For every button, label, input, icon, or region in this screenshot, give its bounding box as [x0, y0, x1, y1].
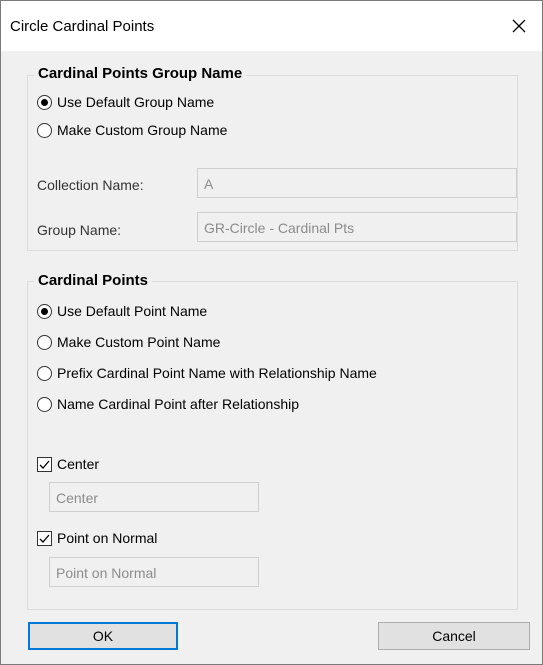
checkmark-icon: [39, 460, 50, 469]
collection-name-field[interactable]: A: [197, 168, 517, 198]
radio-label: Use Default Point Name: [57, 303, 208, 319]
radio-indicator[interactable]: [37, 94, 52, 110]
checkbox-indicator[interactable]: [37, 456, 52, 472]
cancel-button[interactable]: Cancel: [378, 622, 530, 650]
close-icon[interactable]: [506, 13, 532, 39]
radio-label: Prefix Cardinal Point Name with Relation…: [57, 365, 377, 381]
radio-label: Make Custom Point Name: [57, 334, 221, 350]
use-default-group-name-radio[interactable]: Use Default Group Name: [37, 94, 214, 110]
use-default-point-name-radio[interactable]: Use Default Point Name: [37, 303, 207, 319]
make-custom-group-name-radio[interactable]: Make Custom Group Name: [37, 122, 227, 138]
name-after-relationship-radio[interactable]: Name Cardinal Point after Relationship: [37, 396, 299, 412]
dialog-title: Circle Cardinal Points: [10, 18, 155, 35]
radio-indicator[interactable]: [37, 303, 52, 319]
radio-label: Make Custom Group Name: [57, 122, 228, 138]
point-on-normal-name-field[interactable]: Point on Normal: [49, 557, 259, 587]
radio-indicator[interactable]: [37, 122, 52, 138]
radio-indicator[interactable]: [37, 365, 52, 381]
make-custom-point-name-radio[interactable]: Make Custom Point Name: [37, 334, 220, 350]
radio-indicator[interactable]: [37, 334, 52, 350]
radio-label: Use Default Group Name: [57, 94, 215, 110]
cardinal-points-legend: Cardinal Points: [34, 272, 153, 289]
checkbox-label: Center: [57, 456, 100, 472]
collection-name-label: Collection Name:: [37, 177, 144, 193]
center-name-field[interactable]: Center: [49, 482, 259, 512]
radio-label: Name Cardinal Point after Relationship: [57, 396, 300, 412]
checkbox-indicator[interactable]: [37, 530, 52, 546]
ok-button[interactable]: OK: [28, 622, 178, 650]
group-name-legend: Cardinal Points Group Name: [34, 65, 247, 82]
dialog: Circle Cardinal Points Cardinal Points G…: [0, 0, 543, 665]
checkmark-icon: [39, 534, 50, 543]
radio-indicator[interactable]: [37, 396, 52, 412]
point-on-normal-checkbox[interactable]: Point on Normal: [37, 530, 157, 546]
checkbox-label: Point on Normal: [57, 530, 158, 546]
prefix-point-name-radio[interactable]: Prefix Cardinal Point Name with Relation…: [37, 365, 377, 381]
center-checkbox[interactable]: Center: [37, 456, 99, 472]
group-name-label: Group Name:: [37, 222, 122, 238]
title-bar: Circle Cardinal Points: [1, 1, 542, 51]
group-name-field[interactable]: GR-Circle - Cardinal Pts: [197, 212, 517, 242]
